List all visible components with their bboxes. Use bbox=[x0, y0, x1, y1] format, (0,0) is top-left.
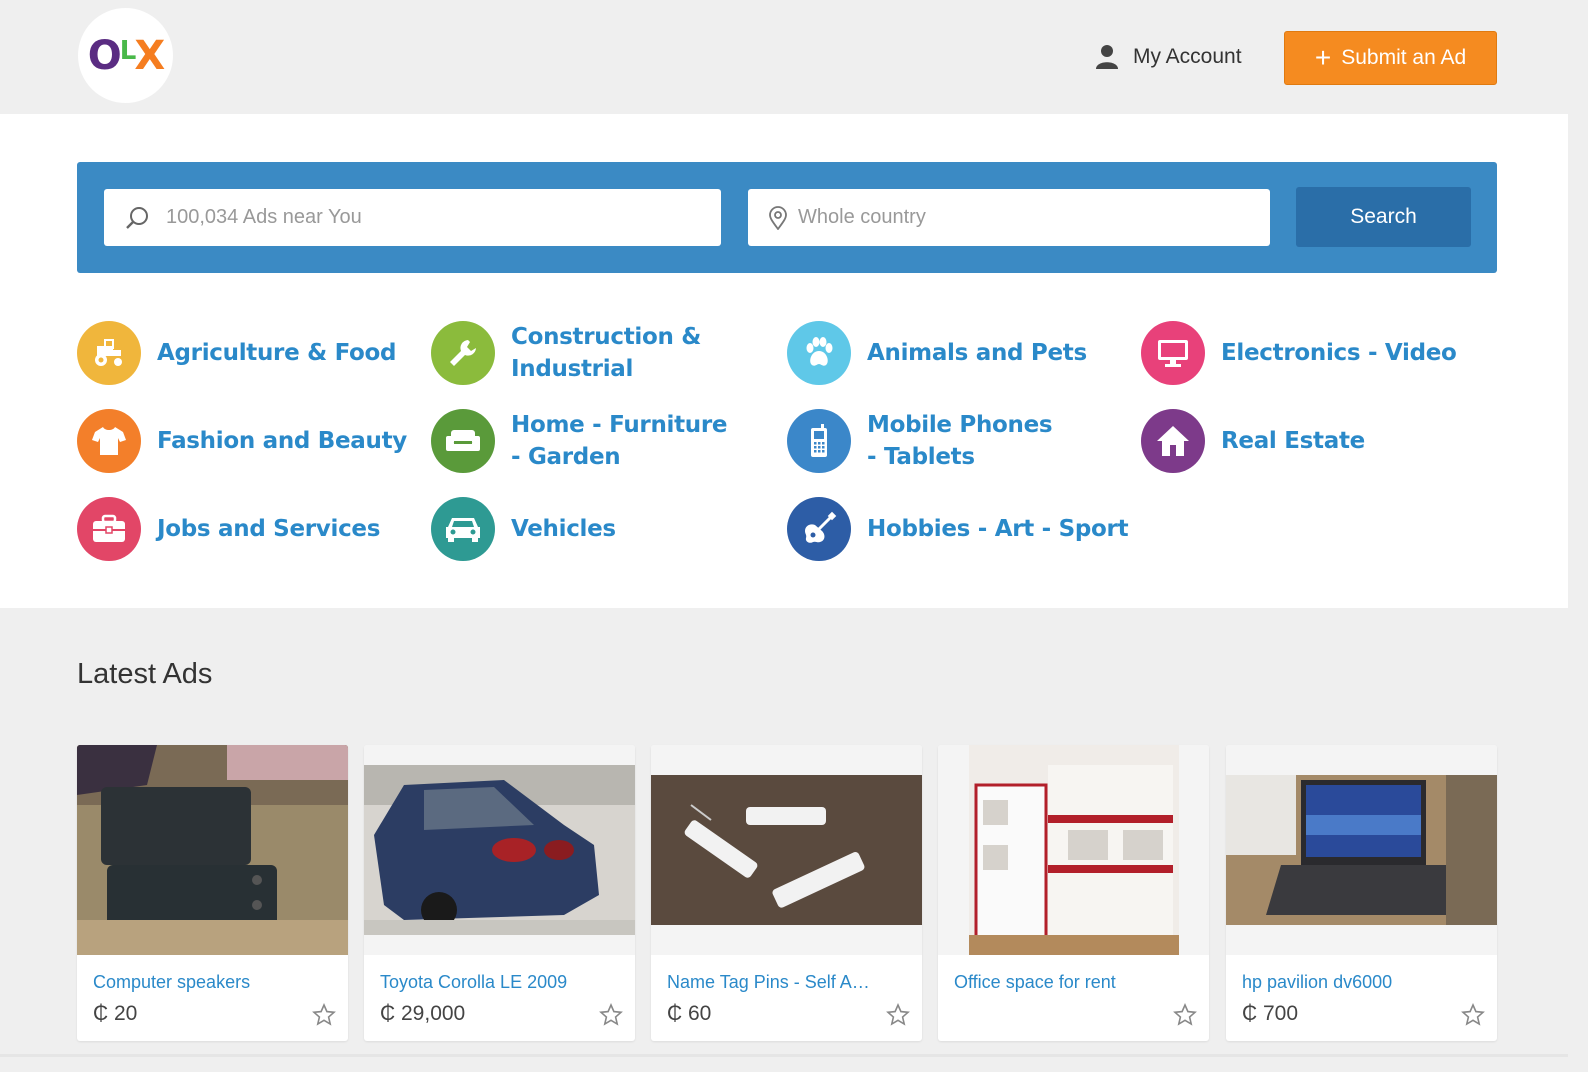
ad-card[interactable]: Office space for rent bbox=[938, 745, 1209, 1041]
submit-ad-button[interactable]: + Submit an Ad bbox=[1284, 31, 1497, 85]
ad-card[interactable]: Name Tag Pins - Self Adhesive ₵ 60 bbox=[651, 745, 922, 1041]
house-icon bbox=[1141, 409, 1205, 473]
category-label: Vehicles bbox=[511, 516, 616, 542]
ad-image[interactable] bbox=[651, 745, 922, 955]
category-label: Construction & Industrial bbox=[511, 324, 702, 382]
favorite-star-icon[interactable] bbox=[312, 1003, 336, 1032]
location-pin-icon bbox=[768, 205, 788, 230]
ad-image[interactable] bbox=[77, 745, 348, 955]
category-label: Real Estate bbox=[1221, 428, 1365, 454]
search-placeholder: 100,034 Ads near You bbox=[166, 206, 362, 228]
paw-icon bbox=[787, 321, 851, 385]
ad-price: ₵ 60 bbox=[667, 1002, 712, 1025]
favorite-star-icon[interactable] bbox=[1461, 1003, 1485, 1032]
category-label: Home - Furniture - Garden bbox=[511, 412, 728, 470]
top-header: OLX My Account + Submit an Ad bbox=[0, 0, 1568, 114]
category-vehicles[interactable]: Vehicles bbox=[431, 497, 616, 561]
category-home-furniture-garden[interactable]: Home - Furniture - Garden bbox=[431, 409, 731, 473]
ad-image[interactable] bbox=[938, 745, 1209, 955]
category-construction-industrial[interactable]: Construction & Industrial bbox=[431, 321, 711, 385]
ad-title[interactable]: Name Tag Pins - Self Adhesive bbox=[667, 972, 877, 993]
search-input[interactable]: 100,034 Ads near You bbox=[104, 189, 721, 246]
monitor-icon bbox=[1141, 321, 1205, 385]
tshirt-icon bbox=[77, 409, 141, 473]
search-button[interactable]: Search bbox=[1296, 187, 1471, 247]
ad-card[interactable]: Computer speakers ₵ 20 bbox=[77, 745, 348, 1041]
location-placeholder: Whole country bbox=[798, 206, 926, 228]
category-label: Hobbies - Art - Sport bbox=[867, 516, 1129, 542]
ad-price: ₵ 700 bbox=[1242, 1002, 1299, 1025]
search-icon bbox=[124, 205, 150, 231]
car-icon bbox=[431, 497, 495, 561]
ad-price: ₵ 20 bbox=[93, 1002, 138, 1025]
submit-ad-label: Submit an Ad bbox=[1341, 46, 1467, 69]
category-hobbies-art-sport[interactable]: Hobbies - Art - Sport bbox=[787, 497, 1129, 561]
category-agriculture-food[interactable]: Agriculture & Food bbox=[77, 321, 397, 385]
ad-image[interactable] bbox=[1226, 745, 1497, 955]
category-fashion-beauty[interactable]: Fashion and Beauty bbox=[77, 409, 407, 473]
category-jobs-services[interactable]: Jobs and Services bbox=[77, 497, 380, 561]
main-content: 100,034 Ads near You Whole country Searc… bbox=[0, 114, 1568, 608]
category-label: Electronics - Video bbox=[1221, 340, 1457, 366]
category-electronics-video[interactable]: Electronics - Video bbox=[1141, 321, 1457, 385]
footer-divider bbox=[0, 1054, 1568, 1057]
sofa-icon bbox=[431, 409, 495, 473]
plus-icon: + bbox=[1314, 42, 1332, 73]
ad-title[interactable]: hp pavilion dv6000 bbox=[1242, 972, 1452, 993]
guitar-icon bbox=[787, 497, 851, 561]
category-mobile-phones-tablets[interactable]: Mobile Phones - Tablets bbox=[787, 409, 1067, 473]
user-icon bbox=[1096, 45, 1118, 69]
category-label: Fashion and Beauty bbox=[157, 428, 407, 454]
my-account-link[interactable]: My Account bbox=[1095, 40, 1242, 74]
tractor-icon bbox=[77, 321, 141, 385]
latest-ads-heading: Latest Ads bbox=[77, 658, 213, 690]
ad-title[interactable]: Computer speakers bbox=[93, 972, 303, 993]
search-bar: 100,034 Ads near You Whole country Searc… bbox=[77, 162, 1497, 273]
category-label: Jobs and Services bbox=[157, 516, 381, 542]
mobile-phone-icon bbox=[787, 409, 851, 473]
category-label: Mobile Phones - Tablets bbox=[867, 412, 1053, 470]
category-label: Agriculture & Food bbox=[157, 340, 397, 366]
category-animals-pets[interactable]: Animals and Pets bbox=[787, 321, 1087, 385]
ad-image[interactable] bbox=[364, 745, 635, 955]
favorite-star-icon[interactable] bbox=[886, 1003, 910, 1032]
briefcase-icon bbox=[77, 497, 141, 561]
location-input[interactable]: Whole country bbox=[748, 189, 1270, 246]
ad-price: ₵ 29,000 bbox=[380, 1002, 466, 1025]
favorite-star-icon[interactable] bbox=[1173, 1003, 1197, 1032]
ad-card[interactable]: Toyota Corolla LE 2009 ₵ 29,000 bbox=[364, 745, 635, 1041]
wrench-icon bbox=[431, 321, 495, 385]
ad-title[interactable]: Office space for rent bbox=[954, 972, 1164, 993]
category-label: Animals and Pets bbox=[867, 340, 1087, 366]
ad-card[interactable]: hp pavilion dv6000 ₵ 700 bbox=[1226, 745, 1497, 1041]
my-account-label: My Account bbox=[1133, 45, 1242, 68]
ad-title[interactable]: Toyota Corolla LE 2009 bbox=[380, 972, 590, 993]
olx-logo[interactable]: OLX bbox=[78, 8, 173, 103]
category-real-estate[interactable]: Real Estate bbox=[1141, 409, 1365, 473]
favorite-star-icon[interactable] bbox=[599, 1003, 623, 1032]
